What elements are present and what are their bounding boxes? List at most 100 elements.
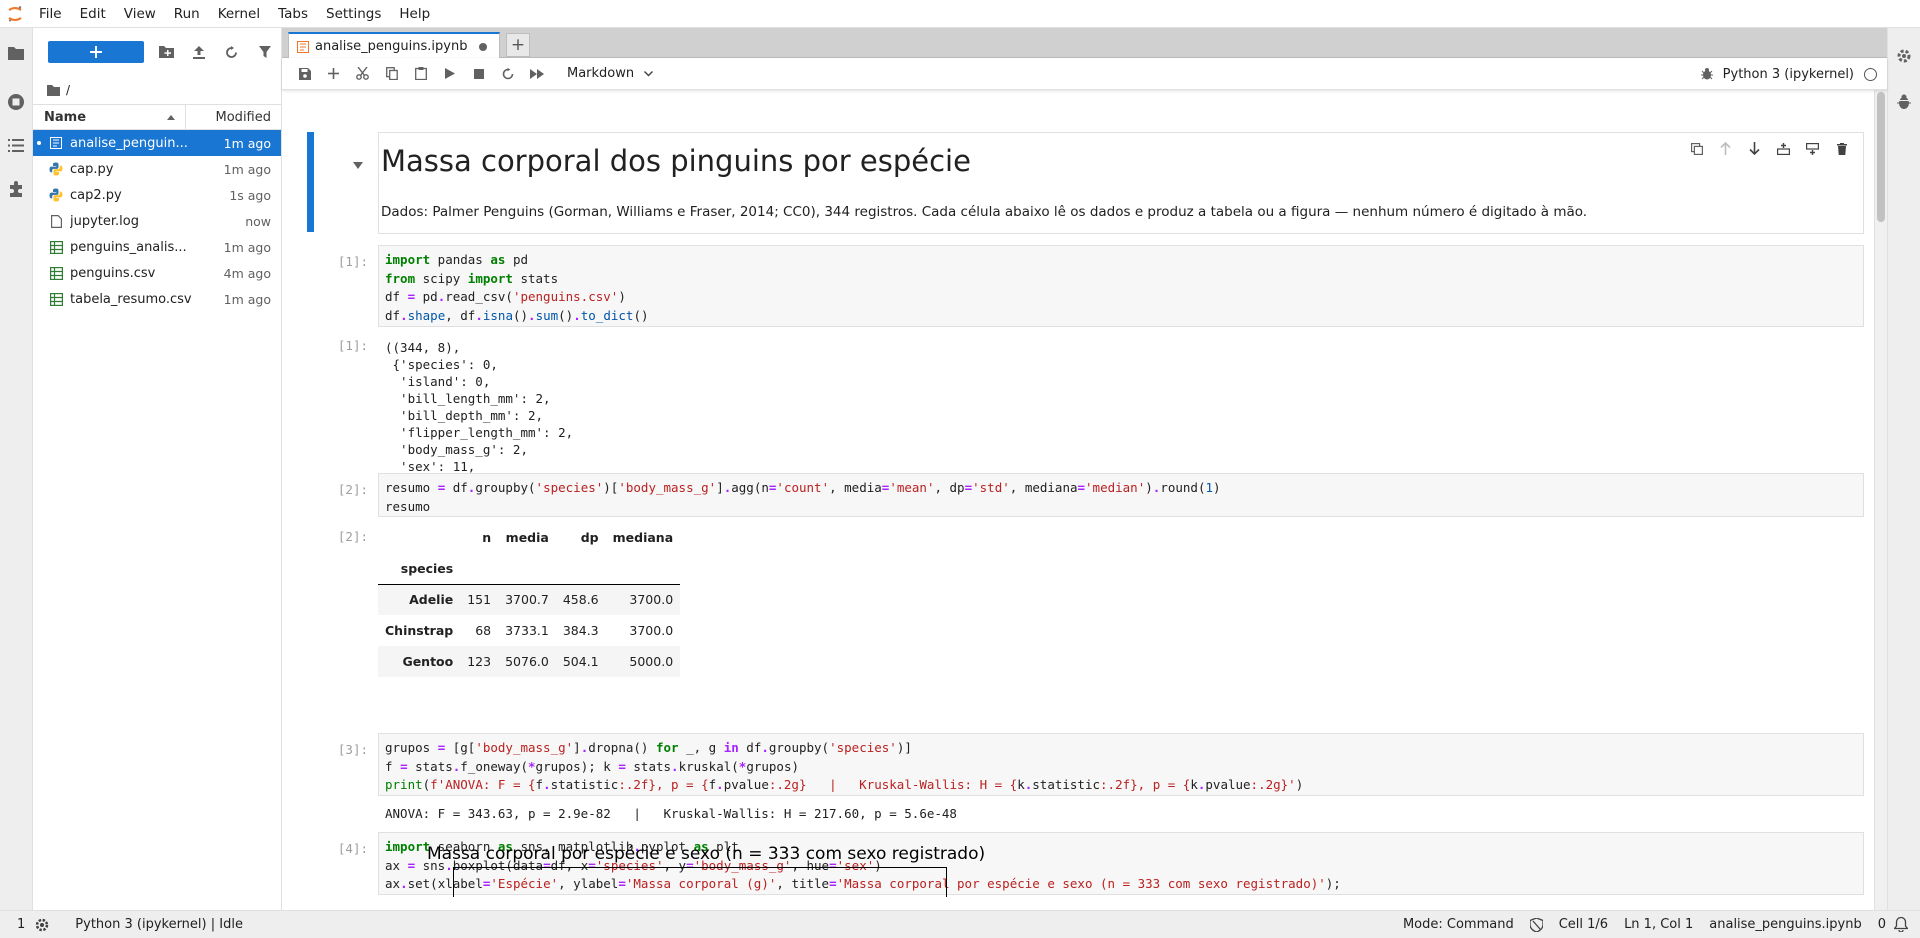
file-item[interactable]: jupyter.log now xyxy=(33,208,281,234)
menu-edit[interactable]: Edit xyxy=(71,0,115,28)
filename-indicator[interactable]: analise_penguins.ipynb xyxy=(1709,911,1861,938)
row-index: Adelie xyxy=(409,592,454,608)
figure-axes-frame xyxy=(453,867,947,897)
property-inspector-icon[interactable] xyxy=(1893,45,1915,67)
fast-forward-icon[interactable] xyxy=(522,62,551,86)
code-cell-3[interactable]: [3]: grupos = [g['body_mass_g'].dropna()… xyxy=(282,733,1872,823)
file-modified: 1m ago xyxy=(223,161,271,177)
table-of-contents-icon[interactable] xyxy=(5,134,27,156)
menu-help[interactable]: Help xyxy=(390,0,439,28)
debugger-icon[interactable] xyxy=(1893,91,1915,113)
run-icon[interactable] xyxy=(435,62,464,86)
code-input[interactable]: import pandas as pd from scipy import st… xyxy=(378,245,1864,327)
cell-collapser[interactable] xyxy=(307,132,314,232)
breadcrumb-path[interactable]: / xyxy=(66,83,70,97)
bell-icon[interactable] xyxy=(1894,911,1908,938)
running-sessions-icon[interactable] xyxy=(5,91,27,113)
table-cell: 3733.1 xyxy=(505,623,549,638)
file-item[interactable]: tabela_resumo.csv 1m ago xyxy=(33,286,281,312)
restart-icon[interactable] xyxy=(493,62,522,86)
cursor-position[interactable]: Ln 1, Col 1 xyxy=(1624,911,1693,938)
markdown-heading: Massa corporal dos pinguins por espécie xyxy=(381,144,971,178)
file-item[interactable]: analise_penguin... 1m ago xyxy=(33,130,281,156)
terminal-count[interactable]: 1 xyxy=(17,911,25,938)
code-input[interactable]: resumo = df.groupby('species')['body_mas… xyxy=(378,473,1864,517)
file-name: cap2.py xyxy=(70,187,122,203)
column-modified[interactable]: Modified xyxy=(186,110,281,125)
status-bar: 1 Python 3 (ipykernel) | Idle Mode: Comm… xyxy=(0,910,1920,938)
new-launcher-button[interactable] xyxy=(48,41,145,63)
file-modified: 4m ago xyxy=(223,265,271,281)
kernel-gear-icon[interactable] xyxy=(35,911,49,938)
copy-icon[interactable] xyxy=(377,62,406,86)
cell-type-select[interactable]: Markdown xyxy=(567,66,654,81)
breadcrumb[interactable]: / xyxy=(33,76,281,104)
notebook-icon xyxy=(297,40,309,53)
notification-count[interactable]: 0 xyxy=(1878,911,1886,938)
scrollbar-thumb[interactable] xyxy=(1877,92,1885,222)
trust-shield-icon[interactable] xyxy=(1529,911,1543,938)
table-index-row: species xyxy=(378,553,681,584)
file-item[interactable]: cap2.py 1s ago xyxy=(33,182,281,208)
menu-view[interactable]: View xyxy=(115,0,165,28)
chevron-down-icon xyxy=(644,70,654,76)
refresh-icon[interactable] xyxy=(216,41,249,63)
menu-file[interactable]: File xyxy=(30,0,71,28)
interrupt-icon[interactable] xyxy=(464,62,493,86)
column-header: n xyxy=(482,530,492,545)
table-cell: 384.3 xyxy=(562,623,599,638)
figure-title: Massa corporal por espécie e sexo (n = 3… xyxy=(427,844,986,864)
move-up-icon[interactable] xyxy=(1715,138,1736,159)
collapse-heading-icon[interactable] xyxy=(353,158,363,173)
column-name[interactable]: Name xyxy=(33,105,186,129)
table-row: Adelie 151 3700.7 458.6 3700.0 xyxy=(378,584,681,615)
move-down-icon[interactable] xyxy=(1744,138,1765,159)
file-item[interactable]: penguins.csv 4m ago xyxy=(33,260,281,286)
paste-icon[interactable] xyxy=(406,62,435,86)
insert-below-icon[interactable] xyxy=(1802,138,1823,159)
column-header: mediana xyxy=(612,530,674,545)
tab-bar: analise_penguins.ipynb + xyxy=(282,28,1887,59)
upload-icon[interactable] xyxy=(183,41,216,63)
kernel-status[interactable]: Python 3 (ipykernel) | Idle xyxy=(75,911,243,938)
file-item[interactable]: penguins_analis... 1m ago xyxy=(33,234,281,260)
code-cell-1[interactable]: [1]: import pandas as pd from scipy impo… xyxy=(282,245,1872,491)
insert-above-icon[interactable] xyxy=(1773,138,1794,159)
column-header: media xyxy=(505,530,549,545)
code-input[interactable]: grupos = [g['body_mass_g'].dropna() for … xyxy=(378,733,1864,796)
menu-kernel[interactable]: Kernel xyxy=(209,0,269,28)
menu-settings[interactable]: Settings xyxy=(317,0,390,28)
add-cell-icon[interactable] xyxy=(319,62,348,86)
input-prompt: [2]: xyxy=(337,482,368,497)
new-tab-button[interactable]: + xyxy=(506,33,530,57)
output-prompt: [2]: xyxy=(337,529,368,544)
file-modified: 1m ago xyxy=(223,239,271,255)
jupyter-logo-icon xyxy=(0,0,30,28)
code-cell-2[interactable]: [2]: resumo = df.groupby('species')['bod… xyxy=(282,473,1872,763)
duplicate-cell-icon[interactable] xyxy=(1686,138,1707,159)
bug-icon[interactable] xyxy=(1700,68,1713,80)
kernel-name[interactable]: Python 3 (ipykernel) xyxy=(1723,67,1854,82)
file-modified: 1m ago xyxy=(223,291,271,307)
extension-manager-icon[interactable] xyxy=(5,178,27,200)
input-prompt: [1]: xyxy=(337,254,368,269)
menu-run[interactable]: Run xyxy=(165,0,209,28)
new-folder-icon[interactable] xyxy=(150,41,183,63)
delete-cell-icon[interactable] xyxy=(1831,138,1852,159)
file-item[interactable]: cap.py 1m ago xyxy=(33,156,281,182)
mode-indicator[interactable]: Mode: Command xyxy=(1403,911,1514,938)
table-row: Gentoo 123 5076.0 504.1 5000.0 xyxy=(378,646,681,677)
filter-icon[interactable] xyxy=(248,41,281,63)
markdown-cell[interactable]: Massa corporal dos pinguins por espécie … xyxy=(282,132,1872,236)
folder-icon[interactable] xyxy=(5,42,27,64)
unsaved-indicator[interactable] xyxy=(479,42,487,51)
menu-tabs[interactable]: Tabs xyxy=(269,0,317,28)
cut-icon[interactable] xyxy=(348,62,377,86)
cell-indicator[interactable]: Cell 1/6 xyxy=(1559,911,1608,938)
save-icon[interactable] xyxy=(290,62,319,86)
spreadsheet-icon xyxy=(48,291,64,307)
markdown-paragraph: Dados: Palmer Penguins (Gorman, Williams… xyxy=(381,204,1588,220)
scrollbar[interactable] xyxy=(1874,90,1887,910)
running-indicator xyxy=(37,141,41,145)
tab-notebook[interactable]: analise_penguins.ipynb xyxy=(288,32,500,59)
